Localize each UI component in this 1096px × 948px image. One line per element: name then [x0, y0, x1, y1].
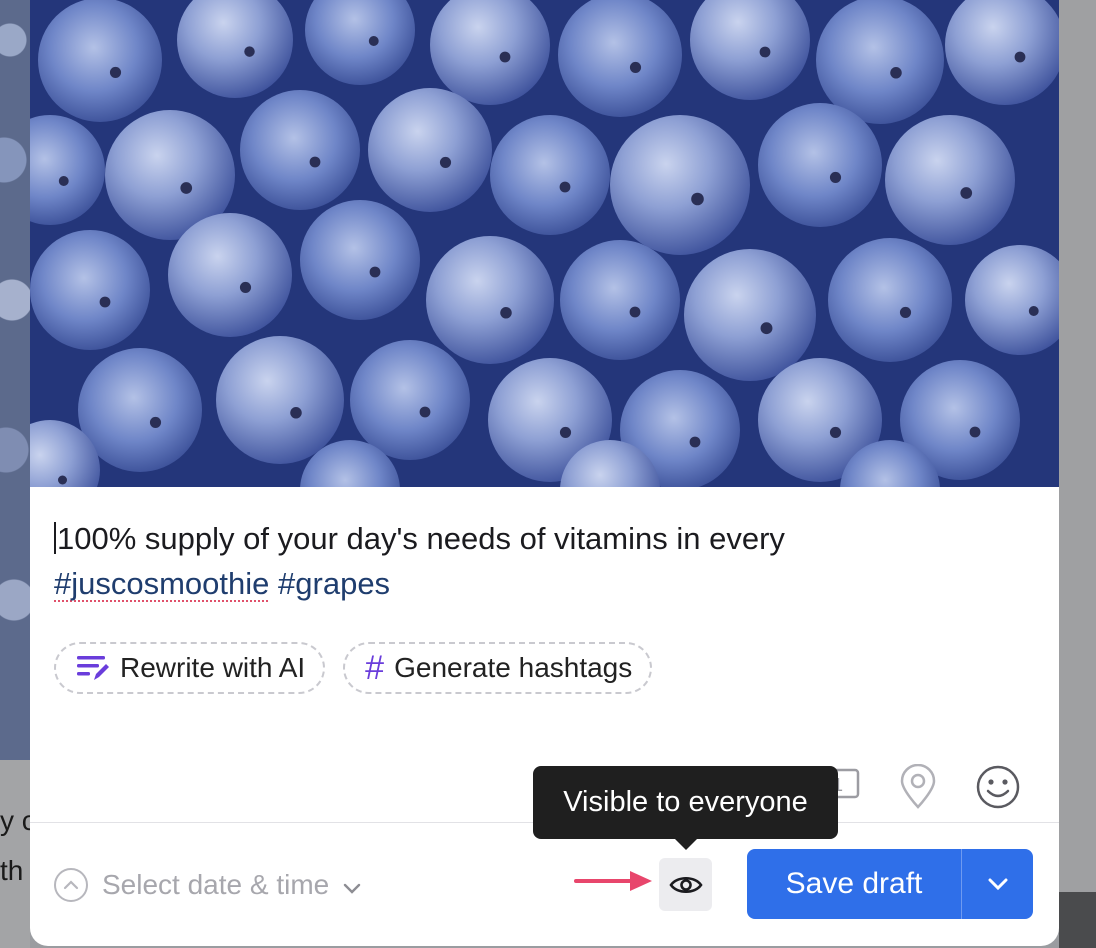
- chevron-down-icon: [343, 869, 361, 901]
- blueberry-crown: [829, 171, 842, 183]
- blueberry: [885, 115, 1015, 245]
- emoji-icon[interactable]: [973, 762, 1023, 812]
- blueberry-crown: [99, 296, 111, 308]
- schedule-picker[interactable]: Select date & time: [54, 862, 361, 908]
- blueberry-crown: [691, 192, 704, 206]
- blueberry: [560, 240, 680, 360]
- pointer-arrow-icon: [574, 871, 652, 891]
- ai-actions: Rewrite with AI # Generate hashtags: [54, 642, 653, 694]
- blueberry-crown: [439, 156, 452, 168]
- tooltip-text: Visible to everyone: [563, 786, 808, 818]
- blueberry-crown: [369, 266, 381, 278]
- blueberry-crown: [368, 36, 379, 46]
- blueberry-crown: [829, 426, 842, 438]
- blueberry-crown: [1014, 51, 1026, 63]
- composer-toolbar: 1: [813, 762, 1023, 812]
- background-text-line-1: y c: [0, 805, 30, 836]
- blueberry: [38, 0, 162, 122]
- blueberry: [168, 213, 292, 337]
- blueberry-crown: [899, 306, 912, 318]
- location-pin-icon[interactable]: [893, 762, 943, 812]
- blueberry-crown: [239, 281, 252, 293]
- blueberry-crown: [760, 322, 773, 335]
- background-right-strip: [1059, 0, 1096, 948]
- save-draft-split-button: Save draft: [747, 849, 1033, 919]
- blueberry: [610, 115, 750, 255]
- blueberry: [684, 249, 816, 381]
- blueberry-crown: [759, 46, 771, 58]
- blueberry-crown: [109, 66, 122, 78]
- blueberry-crown: [244, 46, 255, 57]
- blueberry-crown: [969, 426, 981, 438]
- save-draft-button[interactable]: Save draft: [747, 849, 961, 919]
- hashtag-juscosmoothie[interactable]: #juscosmoothie: [54, 566, 269, 601]
- blueberry: [30, 230, 150, 350]
- blueberry: [368, 88, 492, 212]
- visibility-button[interactable]: [659, 858, 712, 911]
- background-photo: [0, 0, 30, 760]
- blueberry-crown: [629, 306, 641, 318]
- post-text-editor[interactable]: 100% supply of your day's needs of vitam…: [54, 516, 1014, 606]
- blueberry-crown: [58, 176, 69, 186]
- blueberry-crown: [419, 406, 431, 418]
- visibility-tooltip: Visible to everyone: [533, 766, 838, 850]
- background-text: y c th: [0, 760, 30, 948]
- schedule-placeholder: Select date & time: [102, 869, 330, 900]
- chevron-down-icon: [988, 878, 1007, 891]
- hashtag-grapes[interactable]: #grapes: [278, 566, 390, 601]
- blueberry: [240, 90, 360, 210]
- post-composer-modal: 100% supply of your day's needs of vitam…: [30, 0, 1059, 946]
- chevron-up-circle-icon: [54, 868, 88, 902]
- blueberry-crown: [890, 67, 902, 79]
- post-image[interactable]: [30, 0, 1059, 487]
- background-text-line-2: th: [0, 855, 24, 886]
- generate-hashtags-button[interactable]: # Generate hashtags: [343, 642, 653, 694]
- blueberry-crown: [689, 436, 701, 448]
- rewrite-with-ai-button[interactable]: Rewrite with AI: [54, 642, 326, 694]
- blueberry-crown: [499, 51, 511, 63]
- blueberry-crown: [58, 475, 67, 485]
- blueberry-crown: [309, 156, 321, 168]
- ai-rewrite-icon: [76, 653, 110, 683]
- blueberry: [300, 200, 420, 320]
- hashtag-icon: #: [365, 649, 385, 687]
- post-body-text: 100% supply of your day's needs of vitam…: [57, 521, 785, 556]
- rewrite-with-ai-label: Rewrite with AI: [120, 652, 306, 683]
- blueberry-crown: [629, 61, 642, 73]
- blueberry: [350, 340, 470, 460]
- blueberry-crown: [290, 407, 302, 419]
- save-draft-label: Save draft: [785, 867, 923, 900]
- blueberries-image: [30, 0, 1059, 487]
- generate-hashtags-label: Generate hashtags: [394, 652, 633, 683]
- save-options-dropdown[interactable]: [962, 849, 1033, 919]
- blueberry: [490, 115, 610, 235]
- blueberry-crown: [149, 416, 162, 428]
- blueberry-crown: [559, 426, 572, 438]
- blueberry: [216, 336, 344, 464]
- blueberry-crown: [180, 182, 193, 194]
- blueberry-crown: [500, 307, 512, 319]
- eye-icon: [668, 876, 703, 893]
- blueberry-crown: [1028, 306, 1039, 316]
- text-caret: [54, 522, 56, 554]
- blueberry: [426, 236, 554, 364]
- blueberry: [758, 103, 882, 227]
- blueberry-crown: [960, 187, 973, 199]
- blueberry: [828, 238, 952, 362]
- blueberry-crown: [559, 181, 571, 193]
